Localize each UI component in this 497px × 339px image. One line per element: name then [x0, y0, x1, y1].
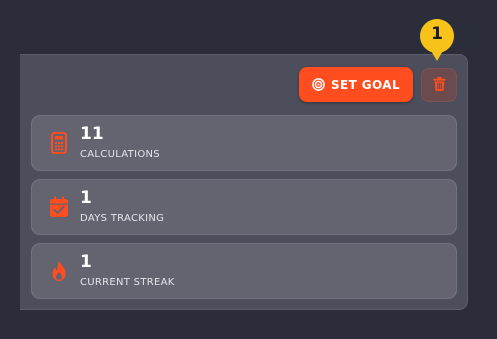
target-icon: [312, 78, 325, 91]
stat-label: CURRENT STREAK: [80, 277, 175, 288]
stat-value: 1: [80, 252, 92, 272]
set-goal-label: SET GOAL: [330, 77, 401, 92]
stat-card-days-tracking: 1 DAYS TRACKING: [31, 179, 457, 235]
stat-label: CALCULATIONS: [80, 149, 160, 160]
stat-value: 11: [80, 124, 104, 144]
stat-card-calculations: 11 CALCULATIONS: [31, 115, 457, 171]
fire-icon: [48, 260, 70, 282]
trash-icon: [433, 76, 446, 95]
stat-label: DAYS TRACKING: [80, 213, 165, 224]
delete-button[interactable]: [421, 68, 457, 102]
stat-card-current-streak: 1 CURRENT STREAK: [31, 243, 457, 299]
calendar-check-icon: [48, 196, 70, 218]
notification-badge: 1: [419, 18, 455, 62]
badge-count: 1: [431, 24, 443, 44]
stat-value: 1: [80, 188, 92, 208]
set-goal-button[interactable]: SET GOAL: [299, 67, 413, 102]
calculator-icon: [48, 132, 70, 154]
